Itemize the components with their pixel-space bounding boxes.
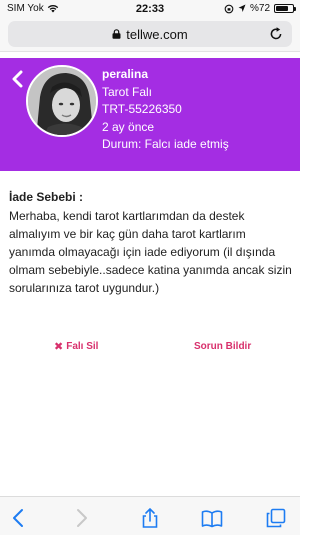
forward-nav-icon[interactable] xyxy=(70,507,92,529)
delete-reading-button[interactable]: ✖ Falı Sil xyxy=(54,341,98,352)
back-nav-icon[interactable] xyxy=(8,507,30,529)
address-bar[interactable]: tellwe.com xyxy=(8,21,292,47)
report-problem-button[interactable]: Sorun Bildir xyxy=(194,341,251,352)
service-type: Tarot Falı xyxy=(102,84,153,99)
reload-icon[interactable] xyxy=(268,26,284,42)
avatar xyxy=(26,65,98,137)
status-text: Durum: Falcı iade etmiş xyxy=(102,137,229,151)
tabs-icon[interactable] xyxy=(265,507,287,529)
action-row: ✖ Falı Sil Sorun Bildir xyxy=(0,339,300,355)
battery-level xyxy=(276,6,288,11)
refund-text: Merhaba, kendi tarot kartlarımdan da des… xyxy=(9,209,292,295)
refund-section: İade Sebebi : Merhaba, kendi tarot kartl… xyxy=(9,190,293,297)
share-icon[interactable] xyxy=(139,507,161,529)
location-icon xyxy=(238,4,246,12)
battery-icon xyxy=(274,4,296,13)
browser-toolbar xyxy=(0,496,300,535)
reading-code: TRT-55226350 xyxy=(102,102,182,116)
close-icon: ✖ xyxy=(54,340,64,353)
profile-header: peralina Tarot Falı TRT-55226350 2 ay ön… xyxy=(0,58,300,171)
delete-reading-label: Falı Sil xyxy=(66,341,99,352)
battery-percent: %72 xyxy=(249,3,270,14)
reader-name[interactable]: peralina xyxy=(102,66,229,84)
avatar-photo xyxy=(28,67,96,135)
url-text: tellwe.com xyxy=(126,26,188,42)
lock-icon xyxy=(112,29,121,39)
refund-title: İade Sebebi : xyxy=(9,190,84,204)
browser-chrome: SIM Yok 22:33 %72 tellwe.com xyxy=(0,0,300,52)
back-icon[interactable] xyxy=(10,70,24,88)
orientation-lock-icon xyxy=(224,4,234,13)
profile-info: peralina Tarot Falı TRT-55226350 2 ay ön… xyxy=(102,66,229,154)
status-bar: SIM Yok 22:33 %72 xyxy=(0,0,300,18)
time-ago: 2 ay önce xyxy=(102,119,155,134)
bookmarks-icon[interactable] xyxy=(201,507,223,529)
